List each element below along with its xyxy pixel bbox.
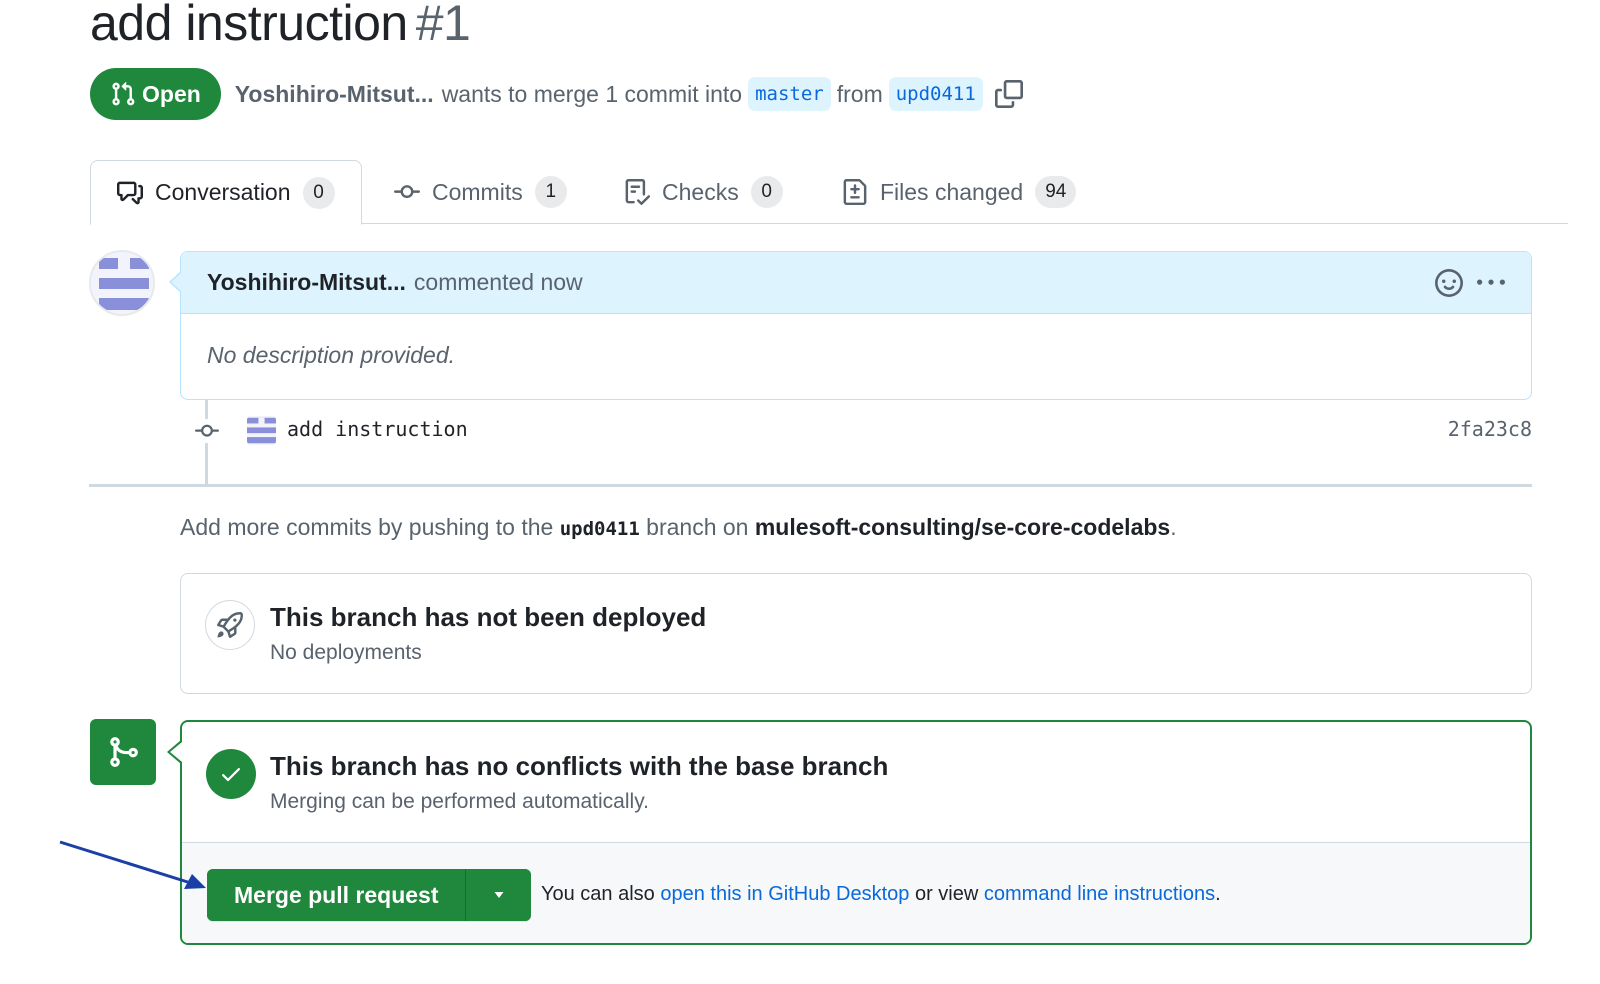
hint-prefix: Add more commits by pushing to the (180, 514, 554, 540)
commit-author-avatar[interactable] (247, 416, 276, 445)
comment-header: Yoshihiro-Mitsut... commented now (181, 252, 1531, 314)
hint-repo-link[interactable]: mulesoft-consulting/se-core-codelabs (755, 514, 1170, 540)
merge-method-dropdown[interactable] (465, 869, 532, 921)
pr-title-text: add instruction (90, 0, 408, 51)
comment-pointer-fill (171, 272, 182, 292)
tab-commits-count: 1 (534, 176, 567, 208)
merge-footer: Merge pull request You can also open thi… (182, 842, 1530, 943)
rocket-icon (217, 612, 243, 638)
also-end: . (1215, 883, 1221, 905)
check-icon (222, 768, 240, 782)
merge-button-group: Merge pull request (207, 869, 532, 921)
identicon (91, 252, 153, 314)
tab-commits[interactable]: Commits 1 (394, 160, 567, 224)
tab-conversation-label: Conversation (155, 179, 291, 205)
base-branch-link[interactable]: master (748, 77, 831, 111)
tab-checks-count: 0 (750, 176, 783, 208)
deploy-icon-wrap (205, 600, 255, 650)
pr-author-link[interactable]: Yoshihiro-Mitsut... (235, 81, 434, 108)
git-commit-icon (394, 185, 420, 199)
tab-files-changed-count: 94 (1035, 176, 1077, 208)
command-line-link[interactable]: command line instructions (984, 883, 1215, 905)
from-text: from (836, 80, 883, 107)
file-diff-icon (843, 179, 867, 205)
comment-author-link[interactable]: Yoshihiro-Mitsut... (207, 269, 406, 296)
copy-icon[interactable] (994, 80, 1023, 108)
comment-box: Yoshihiro-Mitsut... commented now No des… (180, 251, 1532, 400)
pr-meta: Open Yoshihiro-Mitsut... wants to merge … (90, 68, 1023, 120)
git-merge-icon (110, 737, 138, 767)
merge-status-subtitle: Merging can be performed automatically. (270, 790, 649, 813)
merge-box-pointer-fill (170, 742, 182, 762)
state-label: Open (142, 80, 201, 107)
state-badge: Open (90, 68, 221, 120)
comment-body: No description provided. (207, 342, 456, 368)
merge-pull-request-button[interactable]: Merge pull request (207, 869, 466, 921)
hint-middle: branch on (646, 514, 749, 540)
tab-conversation[interactable]: Conversation 0 (90, 160, 362, 225)
timeline-divider (89, 484, 1532, 487)
push-hint: Add more commits by pushing to the upd04… (180, 514, 1177, 541)
deploy-subtitle: No deployments (270, 641, 422, 664)
tab-conversation-count: 0 (302, 176, 335, 209)
also-prefix: You can also (541, 883, 655, 905)
deploy-title: This branch has not been deployed (270, 602, 707, 632)
tab-files-changed-label: Files changed (880, 178, 1024, 205)
smiley-icon[interactable] (1435, 268, 1463, 297)
hint-suffix: . (1170, 514, 1177, 540)
comment-actions (1435, 268, 1505, 297)
comment-timestamp: commented now (413, 269, 583, 295)
identicon-small (247, 416, 276, 445)
tab-checks[interactable]: Checks 0 (624, 160, 783, 224)
pr-number: #1 (415, 0, 471, 51)
annotation-arrow-icon (59, 840, 206, 889)
commit-sha-link[interactable]: 2fa23c8 (1448, 417, 1532, 441)
git-pull-request-icon (112, 81, 135, 106)
tab-checks-label: Checks (662, 178, 739, 205)
merge-status-title: This branch has no conflicts with the ba… (270, 751, 889, 781)
comment-discussion-icon (117, 181, 143, 204)
check-circle (206, 749, 256, 799)
merge-status-badge (90, 719, 156, 785)
or-view-text: or view (914, 883, 979, 905)
pr-tabs: Conversation 0 Commits 1 Checks 0 Files … (90, 160, 1568, 225)
head-branch-link[interactable]: upd0411 (888, 77, 983, 111)
alternative-options: You can also open this in GitHub Desktop… (541, 883, 1221, 906)
commit-message-link[interactable]: add instruction (287, 417, 468, 441)
deployment-status-box: This branch has not been deployed No dep… (180, 573, 1532, 694)
avatar[interactable] (89, 250, 155, 316)
git-commit-icon (193, 419, 221, 443)
pr-title: add instruction #1 (90, 0, 471, 52)
triangle-down-icon (494, 892, 504, 898)
tab-commits-label: Commits (432, 178, 523, 205)
tab-files-changed[interactable]: Files changed 94 (842, 160, 1077, 224)
hint-branch: upd0411 (559, 518, 640, 540)
open-desktop-link[interactable]: open this in GitHub Desktop (660, 883, 909, 905)
merge-text: wants to merge 1 commit into (441, 80, 743, 107)
merge-box: This branch has no conflicts with the ba… (180, 720, 1532, 945)
checklist-icon (625, 179, 650, 205)
kebab-horizontal-icon[interactable] (1477, 269, 1505, 297)
